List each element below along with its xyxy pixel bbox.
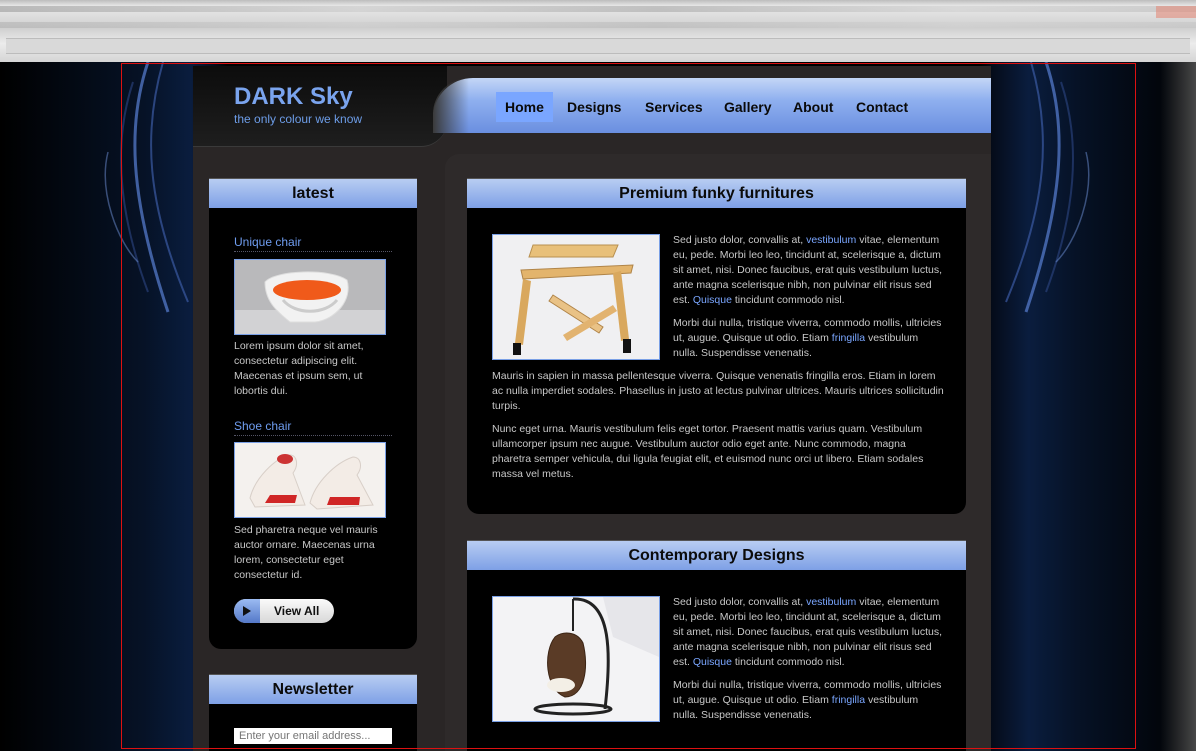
article-text: Sed justo dolor, convallis at, [673,596,807,608]
browser-tab-strip [0,6,1196,12]
hanging-chair-illustration [493,597,659,721]
nav-services[interactable]: Services [636,92,712,122]
article-heading: Premium funky furnitures [467,178,966,208]
sidebar-latest: latest Unique chair Lorem ipsum dolor si… [209,178,417,649]
swirl-decoration-right [1005,62,1090,313]
article-card: Contemporary Designs Sed justo dolor, co… [467,540,966,751]
sidebar-heading: latest [209,178,417,208]
article-link[interactable]: fringilla [832,332,865,344]
article-text: Sed justo dolor, convallis at, [673,234,807,246]
article-text: tincidunt commodo nisl. [731,294,845,306]
sidebar-item-text: Sed pharetra neque vel mauris auctor orn… [234,524,378,581]
article-link[interactable]: vestibulum [806,234,856,246]
article-paragraph: Sed justo dolor, convallis at, vestibulu… [673,233,943,308]
newsletter-email-input[interactable] [234,728,392,744]
article-link[interactable]: Quisque [693,656,732,668]
article-link[interactable]: Quisque [693,294,732,306]
article-paragraph: Mauris in sapien in massa pellentesque v… [492,370,944,412]
article-paragraph: Morbi dui nulla, tristique viverra, comm… [673,678,943,723]
newsletter-heading: Newsletter [209,674,417,704]
unique-chair-image[interactable] [234,259,386,335]
hanging-chair-image[interactable] [492,596,660,722]
nav-designs[interactable]: Designs [558,92,630,122]
newsletter-panel: Newsletter [209,674,417,751]
unique-chair-illustration [235,260,385,334]
site-tagline: the only colour we know [234,112,363,126]
site-container: DARK Sky the only colour we know Home De… [193,66,991,751]
nav-home[interactable]: Home [496,92,553,122]
article-card: Premium funky furnitures Sed justo dolor… [467,178,966,514]
site-title[interactable]: DARK Sky [234,83,353,111]
main-navigation: Home Designs Services Gallery About Cont… [433,78,991,133]
article-paragraph: Sed justo dolor, convallis at, vestibulu… [673,595,943,670]
browser-close-icon[interactable] [1156,6,1196,18]
shoe-chair-image[interactable] [234,442,386,518]
article-heading: Contemporary Designs [467,540,966,570]
right-edge-shadow [1160,62,1196,751]
view-all-label: View All [274,604,320,618]
main-content: Premium funky furnitures Sed justo dolor… [445,154,991,751]
article-text: tincidunt commodo nisl. [731,656,845,668]
swirl-decoration-left [104,62,189,313]
article-paragraph: Nunc eget urna. Mauris vestibulum felis … [492,423,924,480]
sidebar-item-title[interactable]: Unique chair [234,235,392,252]
nav-about[interactable]: About [784,92,842,122]
view-all-button[interactable]: View All [234,599,334,623]
logo-area: DARK Sky the only colour we know [193,66,447,147]
sidebar-item-title[interactable]: Shoe chair [234,419,392,436]
shoe-chair-illustration [235,443,385,517]
furniture-image[interactable] [492,234,660,360]
sidebar-item-text: Lorem ipsum dolor sit amet, consectetur … [234,340,364,397]
play-icon [234,599,260,623]
browser-address-bar[interactable] [6,38,1190,54]
browser-chrome [0,0,1196,62]
article-link[interactable]: fringilla [832,694,865,706]
nav-gallery[interactable]: Gallery [715,92,780,122]
wooden-shelf-illustration [493,235,659,359]
article-link[interactable]: vestibulum [806,596,856,608]
article-paragraph: Morbi dui nulla, tristique viverra, comm… [673,316,943,361]
nav-contact[interactable]: Contact [847,92,917,122]
browser-toolbar [0,22,1196,28]
